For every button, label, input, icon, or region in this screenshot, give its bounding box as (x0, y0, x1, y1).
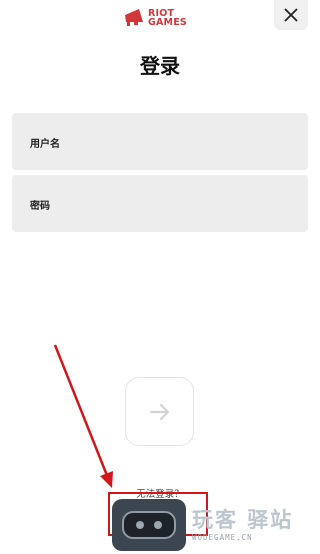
close-icon (284, 8, 298, 22)
submit-button[interactable] (125, 377, 194, 446)
annotation-arrow-icon (53, 344, 113, 488)
username-label: 用户名 (30, 139, 60, 150)
watermark-text: 玩客 驿站 WODEGAME.CN (192, 507, 293, 542)
top-bar: RIOT GAMES (0, 0, 320, 40)
watermark-sub: WODEGAME.CN (192, 533, 253, 542)
watermark-main: 玩客 驿站 (192, 508, 294, 532)
logo-line2: GAMES (148, 17, 187, 28)
page-title: 登录 (140, 54, 180, 78)
close-button[interactable] (274, 0, 308, 30)
watermark: 玩客 驿站 WODEGAME.CN (110, 495, 320, 554)
arrow-right-icon (149, 403, 169, 420)
riot-games-logo: RIOT GAMES (124, 6, 187, 30)
password-label: 密码 (30, 201, 50, 212)
logo-wordmark: RIOT GAMES (148, 9, 187, 28)
riot-fist-icon (125, 9, 143, 26)
password-field[interactable]: 密码 (12, 175, 308, 232)
watermark-robot-icon (112, 498, 186, 551)
username-field[interactable]: 用户名 (12, 113, 308, 170)
